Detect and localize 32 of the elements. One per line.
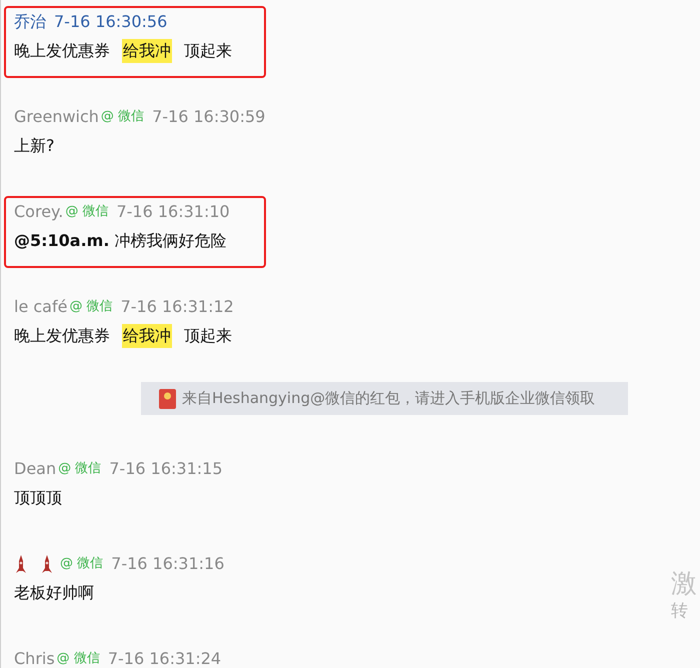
message-text: 顶顶顶 — [14, 487, 62, 509]
message-text: 晚上发优惠券 — [14, 325, 110, 347]
source-label: @ 微信 — [65, 203, 108, 222]
highlighted-text: 给我冲 — [122, 39, 172, 63]
message-text: 顶起来 — [184, 40, 232, 62]
message-text: 晚上发优惠券 — [14, 40, 110, 62]
message-time: 7-16 16:31:24 — [108, 648, 222, 668]
sender-name: le café — [14, 296, 68, 318]
source-label: @ 微信 — [69, 298, 113, 316]
sender-name: Corey. — [14, 201, 64, 223]
source-label: @ 微信 — [56, 650, 100, 668]
highlighted-text: 给我冲 — [122, 324, 172, 348]
overlay-text: 转 — [671, 600, 689, 622]
message-time: 7-16 16:30:59 — [152, 106, 266, 128]
message-text: @5:10a.m. 冲榜我俩好危险 — [14, 230, 227, 252]
message-time: 7-16 16:30:56 — [54, 11, 168, 33]
message-time: 7-16 16:31:15 — [109, 458, 223, 480]
message-time: 7-16 16:31:10 — [116, 201, 230, 223]
message-time: 7-16 16:31:12 — [120, 296, 234, 318]
sender-name: Greenwich — [14, 106, 99, 128]
notice-text: 来自Heshangying@微信的红包，请进入手机版企业微信领取 — [182, 388, 596, 410]
envelope-icon — [159, 388, 176, 408]
message-text: 顶起来 — [184, 325, 232, 347]
source-label: @ 微信 — [60, 555, 104, 574]
sender-name: Chris — [14, 648, 55, 668]
sender-name: 乔治 — [14, 11, 46, 33]
source-label: @ 微信 — [100, 108, 144, 126]
message-time: 7-16 16:31:16 — [111, 553, 224, 575]
source-label: @ 微信 — [58, 460, 102, 478]
sender-name: Dean — [14, 458, 56, 480]
message-text: 老板好帅啊 — [14, 582, 94, 604]
message-text: 上新? — [14, 135, 54, 157]
